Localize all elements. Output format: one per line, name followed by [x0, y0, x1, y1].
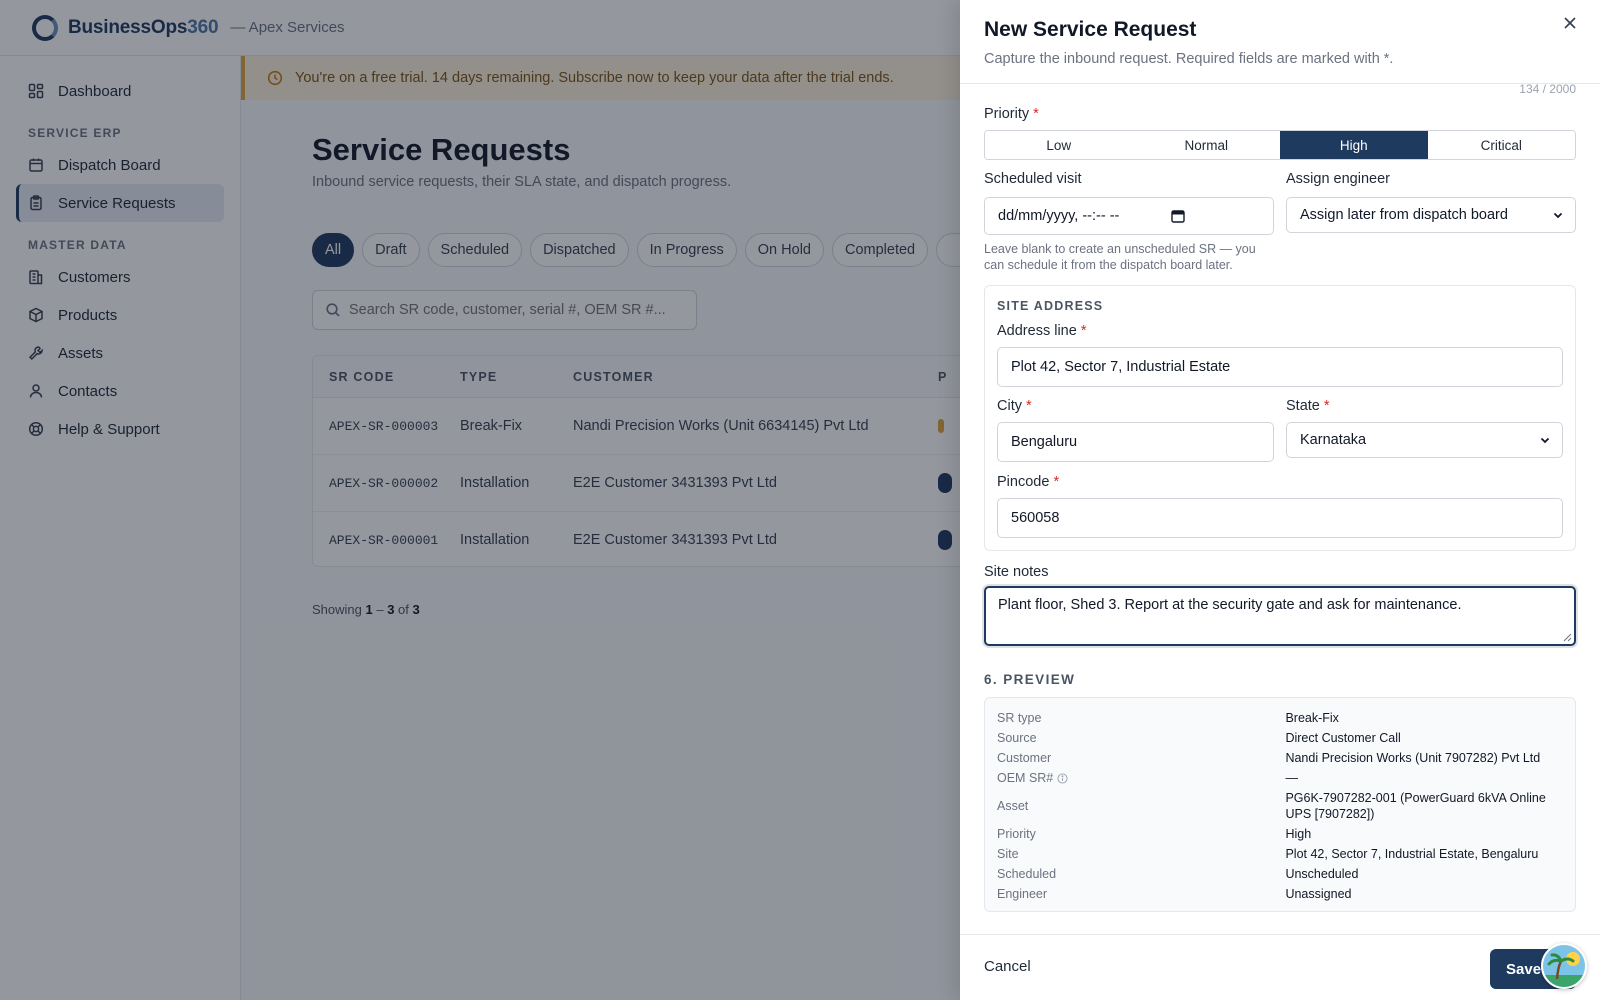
priority-option-critical[interactable]: Critical	[1427, 131, 1575, 159]
priority-segmented-control: Low Normal High Critical	[984, 130, 1576, 160]
preview-value: Break-Fix	[1285, 711, 1339, 725]
preview-row: SR type Break-Fix	[997, 708, 1563, 728]
preview-row: Engineer Unassigned	[997, 884, 1563, 904]
preview-row: Asset PG6K-7907282-001 (PowerGuard 6kVA …	[997, 788, 1563, 824]
assign-engineer-value: Assign later from dispatch board	[1300, 207, 1508, 223]
scheduled-visit-input[interactable]: dd/mm/yyyy, --:-- --	[984, 197, 1274, 235]
preview-value: Unassigned	[1285, 887, 1352, 901]
address-line-value: Plot 42, Sector 7, Industrial Estate	[1011, 359, 1231, 375]
info-icon[interactable]	[1057, 772, 1068, 784]
priority-option-low[interactable]: Low	[985, 131, 1133, 159]
state-value: Karnataka	[1300, 432, 1367, 448]
drawer-footer: Cancel Save	[960, 934, 1600, 1000]
preview-key: Site	[997, 847, 1019, 861]
scheduled-visit-label: Scheduled visit	[984, 171, 1082, 187]
preview-key: Customer	[997, 751, 1052, 765]
pincode-label: Pincode *	[997, 474, 1060, 490]
close-icon[interactable]	[1560, 14, 1580, 34]
pincode-input[interactable]: 560058	[997, 498, 1563, 538]
preview-value: PG6K-7907282-001 (PowerGuard 6kVA Online…	[1285, 791, 1546, 821]
drawer-title: New Service Request	[984, 18, 1197, 41]
preview-key: Priority	[997, 827, 1036, 841]
preview-row: Customer Nandi Precision Works (Unit 790…	[997, 748, 1563, 768]
preview-value: Plot 42, Sector 7, Industrial Estate, Be…	[1285, 847, 1539, 861]
address-line-input[interactable]: Plot 42, Sector 7, Industrial Estate	[997, 347, 1563, 387]
preview-key: Source	[997, 731, 1037, 745]
preview-row: Priority High	[997, 824, 1563, 844]
preview-value: Nandi Precision Works (Unit 7907282) Pvt…	[1285, 751, 1541, 765]
pincode-value: 560058	[1011, 510, 1060, 526]
preview-row: OEM SR# —	[997, 768, 1563, 788]
preview-panel: SR type Break-Fix Source Direct Customer…	[984, 697, 1576, 912]
priority-option-normal[interactable]: Normal	[1132, 131, 1280, 159]
new-service-request-drawer: New Service Request Capture the inbound …	[960, 0, 1600, 1000]
site-notes-value: Plant floor, Shed 3. Report at the secur…	[998, 597, 1462, 613]
preview-row: Source Direct Customer Call	[997, 728, 1563, 748]
site-address-section: SITE ADDRESS Address line * Plot 42, Sec…	[984, 285, 1576, 551]
priority-label: Priority *	[984, 106, 1039, 122]
address-line-label: Address line *	[997, 323, 1087, 339]
assign-engineer-select[interactable]: Assign later from dispatch board	[1286, 197, 1576, 233]
priority-option-high[interactable]: High	[1280, 131, 1428, 159]
site-notes-textarea[interactable]: Plant floor, Shed 3. Report at the secur…	[984, 586, 1576, 646]
preview-row: Scheduled Unscheduled	[997, 864, 1563, 884]
preview-key: Scheduled	[997, 867, 1057, 881]
site-notes-label: Site notes	[984, 564, 1049, 580]
preview-value: Unscheduled	[1285, 867, 1359, 881]
scheduled-visit-hint: Leave blank to create an unscheduled SR …	[984, 242, 1256, 272]
city-value: Bengaluru	[1011, 434, 1078, 450]
preview-key: SR type	[997, 711, 1042, 725]
assistant-avatar[interactable]	[1541, 943, 1587, 989]
scheduled-visit-value: dd/mm/yyyy, --:-- --	[998, 208, 1120, 224]
preview-value: High	[1285, 827, 1312, 841]
preview-value: —	[1285, 771, 1298, 785]
chevron-down-icon	[1553, 212, 1563, 219]
preview-key: OEM SR#	[997, 768, 1285, 788]
preview-heading: 6. PREVIEW	[984, 672, 1076, 687]
drawer-body[interactable]: 134 / 2000 Priority * Low Normal High Cr…	[960, 84, 1600, 934]
cancel-button[interactable]: Cancel	[984, 958, 1031, 975]
preview-key: Engineer	[997, 887, 1048, 901]
resize-handle-icon[interactable]	[1563, 633, 1572, 642]
preview-row: Site Plot 42, Sector 7, Industrial Estat…	[997, 844, 1563, 864]
calendar-picker-icon[interactable]	[1171, 209, 1185, 223]
state-select[interactable]: Karnataka	[1286, 422, 1563, 458]
preview-value: Direct Customer Call	[1285, 731, 1401, 745]
state-label: State *	[1286, 398, 1330, 414]
city-label: City *	[997, 398, 1032, 414]
drawer-subtitle: Capture the inbound request. Required fi…	[984, 51, 1394, 67]
site-address-heading: SITE ADDRESS	[997, 299, 1104, 313]
chevron-down-icon	[1540, 437, 1550, 444]
city-input[interactable]: Bengaluru	[997, 422, 1274, 462]
assign-engineer-label: Assign engineer	[1286, 171, 1390, 187]
drawer-header: New Service Request Capture the inbound …	[960, 0, 1600, 84]
character-counter: 134 / 2000	[1519, 84, 1576, 96]
preview-key: Asset	[997, 799, 1029, 813]
